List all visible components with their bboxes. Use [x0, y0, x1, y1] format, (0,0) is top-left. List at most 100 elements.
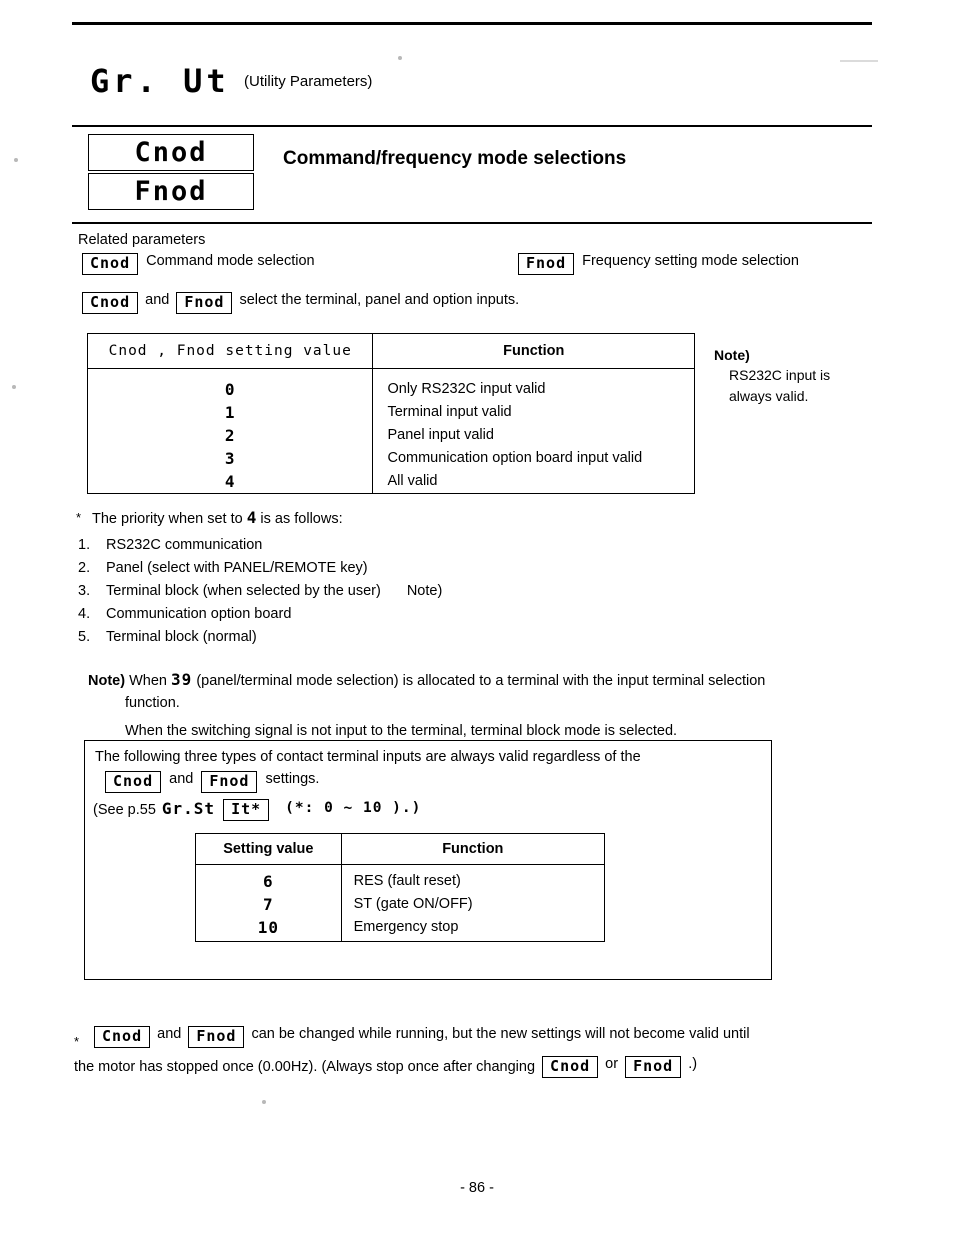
bottom-line-2: the motor has stopped once (0.00Hz). (Al…	[74, 1054, 874, 1080]
note-line1-tail: (panel/terminal mode selection) is alloc…	[196, 673, 766, 689]
box-line-2-tail: settings.	[265, 771, 320, 787]
scan-artifact	[14, 158, 18, 162]
list-item: 2	[224, 426, 236, 445]
bottom-text-2a: the motor has stopped once (0.00Hz). (Al…	[74, 1059, 536, 1076]
item-number: 4.	[78, 606, 91, 622]
list-item: All valid	[387, 473, 438, 489]
table-body-row: 0 1 2 3 4 Only RS232C input valid Termin…	[86, 368, 695, 494]
box-code-fnod: Fnod	[201, 771, 258, 794]
bottom-line-1: Cnod and Fnod can be changed while running,…	[94, 1026, 757, 1049]
item-text: Terminal block (normal)	[106, 629, 257, 645]
list-item: Communication option board input valid	[387, 450, 643, 466]
bottom-note: * Cnod and Fnod can be changed while runnin…	[74, 1024, 874, 1080]
bottom-and: and	[157, 1026, 182, 1042]
sentence-code-fnod: Fnod	[176, 292, 233, 315]
setting-values-list: 0 1 2 3 4	[88, 369, 372, 493]
box-and: and	[169, 771, 194, 787]
related-parameter-2: Fnod Frequency setting mode selection	[518, 253, 799, 276]
table-body-row: 6 7 10 RES (fault reset) ST (gate ON/OFF…	[195, 864, 606, 942]
note-label: Note)	[88, 673, 126, 689]
list-item: 3	[224, 449, 236, 468]
item-text: RS232C communication	[106, 537, 263, 553]
priority-section: * The priority when set to 4 is as follo…	[76, 508, 442, 649]
table-header-row: Setting value Function	[195, 833, 606, 865]
list-item: Terminal input valid	[387, 404, 512, 420]
list-item: 0	[224, 380, 236, 399]
col-header-function: Function	[372, 333, 695, 369]
note-block: Note) When 39 (panel/terminal mode selec…	[88, 668, 872, 742]
page-title: Command/frequency mode selections	[283, 148, 627, 169]
list-item: Panel input valid	[387, 427, 494, 443]
bottom-code-cnod: Cnod	[94, 1026, 151, 1049]
list-item: 5. Terminal block (normal)	[78, 626, 442, 649]
bottom-code-fnod: Fnod	[188, 1026, 245, 1049]
list-item: 7	[263, 895, 274, 914]
box-code-cnod: Cnod	[105, 771, 162, 794]
functions-cell: RES (fault reset) ST (gate ON/OFF) Emerg…	[340, 864, 606, 942]
item-number: 2.	[78, 560, 91, 576]
box-line-1: The following three types of contact ter…	[95, 749, 641, 765]
list-item: Only RS232C input valid	[387, 381, 546, 397]
col-header-function: Function	[340, 833, 606, 865]
list-item: 2. Panel (select with PANEL/REMOTE key)	[78, 557, 442, 580]
side-note: Note) RS232C input is always valid.	[714, 345, 830, 406]
related-parameters-heading: Related parameters	[78, 232, 206, 248]
box-line-2: Cnod and Fnod settings.	[105, 771, 327, 794]
list-item: ST (gate ON/OFF)	[353, 896, 473, 912]
side-note-line1: RS232C input is	[729, 367, 831, 384]
bottom-or: or	[605, 1056, 619, 1073]
list-item: 10	[257, 918, 279, 937]
page-number: - 86 -	[460, 1180, 494, 1196]
item-number: 3.	[78, 583, 91, 599]
related-label-fnod: Frequency setting mode selection	[582, 253, 799, 269]
list-item: RES (fault reset)	[353, 873, 461, 889]
document-page: Gr. Ut (Utility Parameters) Cnod Fnod Co…	[0, 0, 954, 1235]
top-divider	[72, 22, 872, 25]
header-code-fnod: Fnod	[88, 173, 254, 211]
scan-artifact	[398, 56, 402, 60]
list-item: 3. Terminal block (when selected by the u…	[78, 580, 443, 603]
item-text: Terminal block (when selected by the use…	[106, 583, 381, 599]
see-code-it: It*	[223, 799, 270, 822]
group-code: Gr. Ut	[90, 62, 230, 100]
side-note-line2: always valid.	[729, 387, 809, 404]
bottom-text-1: can be changed while running, but the ne…	[251, 1026, 750, 1042]
bottom-code-cnod-2: Cnod	[542, 1056, 599, 1079]
item-number: 1.	[78, 537, 91, 553]
sentence-tail: select the terminal, panel and option in…	[239, 292, 520, 308]
priority-lead-after: is as follows:	[260, 511, 343, 527]
related-sentence: Cnod and Fnod select the terminal, panel an…	[82, 292, 526, 315]
header-parameter-codes: Cnod Fnod	[88, 134, 260, 212]
header-divider-top	[72, 125, 872, 127]
list-item: Emergency stop	[353, 919, 459, 935]
related-code-cnod: Cnod	[82, 253, 139, 276]
list-item: 1	[224, 403, 236, 422]
see-paren: (*: 0 ~ 10 ).)	[285, 800, 422, 816]
bottom-text-2b: .)	[688, 1056, 698, 1073]
related-code-fnod: Fnod	[518, 253, 575, 276]
contact-terminal-box: The following three types of contact ter…	[84, 740, 772, 980]
note-value: 39	[171, 670, 193, 689]
bottom-code-fnod-2: Fnod	[625, 1056, 682, 1079]
col-header-setting-value: Setting value	[195, 833, 342, 865]
table-header-row: Cnod , Fnod setting value Function	[86, 333, 695, 369]
functions-list: RES (fault reset) ST (gate ON/OFF) Emerg…	[354, 865, 604, 939]
bullet-star-icon: *	[74, 1034, 80, 1049]
item-number: 5.	[78, 629, 91, 645]
box-line-3: (See p.55 Gr.St It* (*: 0 ~ 10 ).)	[93, 799, 422, 822]
priority-lead-before: The priority when set to	[92, 511, 243, 527]
setting-values-cell: 0 1 2 3 4	[86, 368, 374, 494]
related-parameter-1: Cnod Command mode selection	[82, 253, 315, 276]
related-label-cnod: Command mode selection	[146, 253, 315, 269]
functions-list: Only RS232C input valid Terminal input v…	[387, 369, 694, 493]
list-item: 4	[224, 472, 236, 491]
scan-artifact	[262, 1100, 266, 1104]
see-code-grst: Gr.St	[161, 799, 216, 818]
list-item: 4. Communication option board	[78, 603, 442, 626]
item-note-tag: Note)	[406, 583, 443, 599]
item-text: Panel (select with PANEL/REMOTE key)	[106, 560, 368, 576]
see-text: (See p.55	[93, 802, 156, 818]
bullet-star-icon: *	[76, 510, 82, 525]
setting-values-cell: 6 7 10	[195, 864, 342, 942]
sentence-code-cnod: Cnod	[82, 292, 139, 315]
